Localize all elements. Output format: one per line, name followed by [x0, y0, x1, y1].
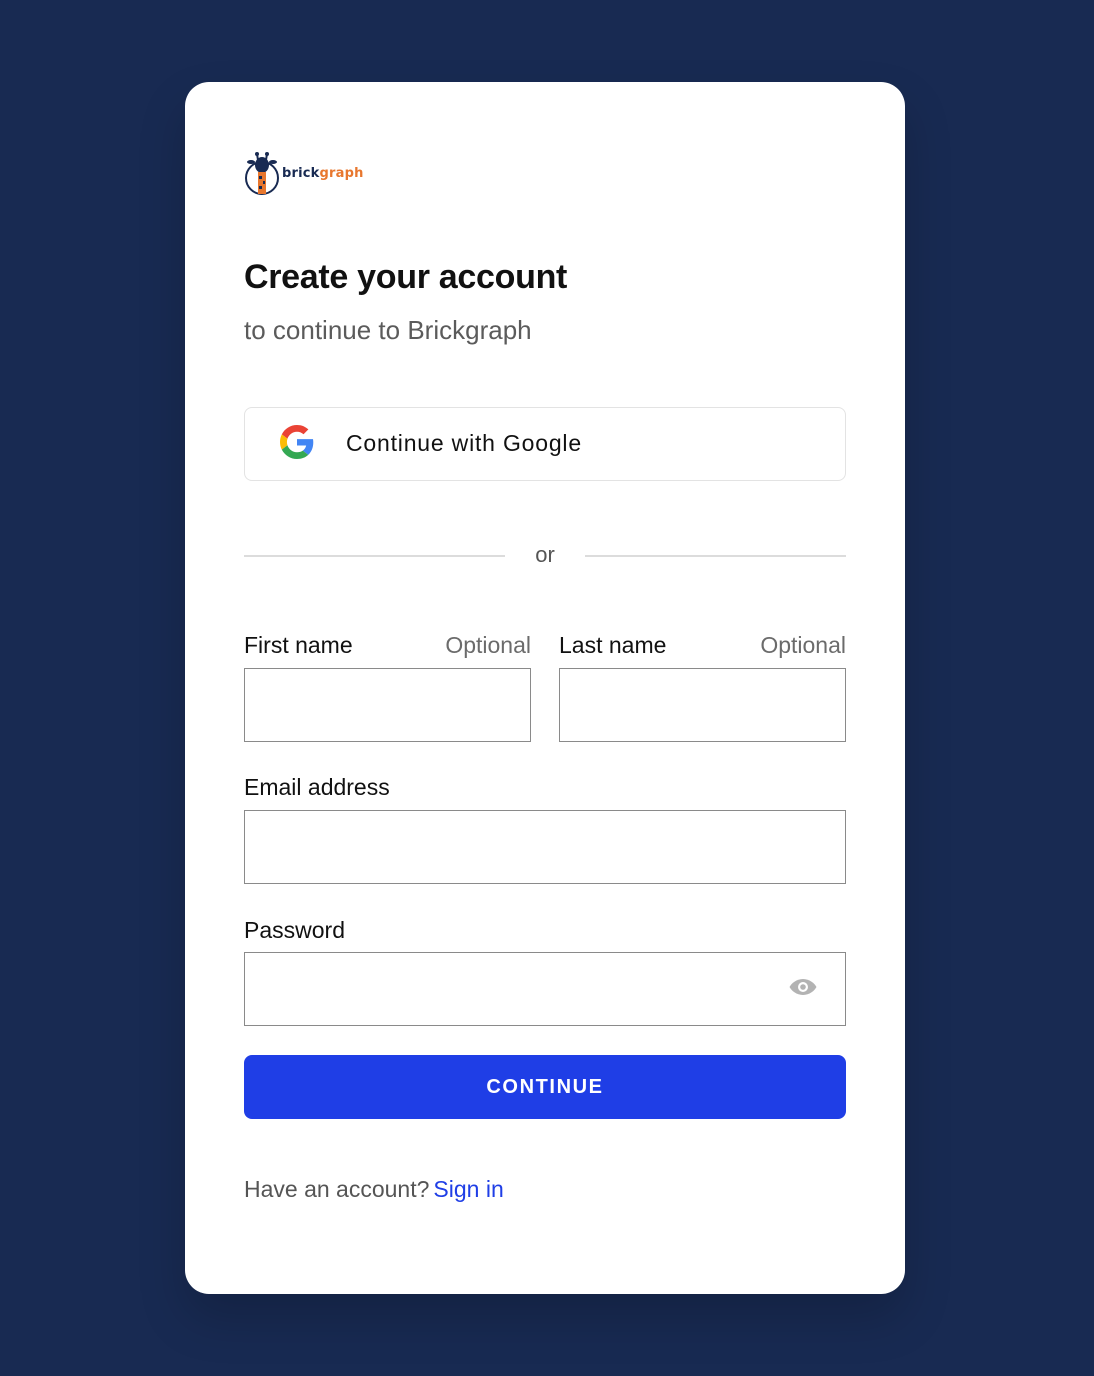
email-input[interactable]: [244, 810, 846, 884]
page-title: Create your account: [244, 258, 568, 296]
continue-button[interactable]: CONTINUE: [244, 1055, 846, 1119]
last-name-optional-hint: Optional: [760, 632, 846, 658]
first-name-optional-hint: Optional: [445, 632, 531, 658]
divider-text: or: [535, 542, 555, 567]
have-account-text: Have an account?: [244, 1176, 430, 1202]
google-button-label: Continue with Google: [346, 430, 582, 456]
first-name-input[interactable]: [244, 668, 531, 742]
continue-with-google-button[interactable]: Continue with Google: [244, 407, 846, 481]
google-icon: [280, 425, 314, 459]
logo-wordmark-accent: graph: [319, 165, 364, 181]
signup-card: brickgraph Create your account to contin…: [185, 82, 905, 1294]
page-subtitle: to continue to Brickgraph: [244, 315, 532, 345]
last-name-label: Last name: [559, 632, 667, 658]
or-divider: or: [244, 540, 846, 572]
password-input[interactable]: [244, 952, 846, 1026]
password-label: Password: [244, 917, 345, 943]
logo-wordmark-dark: brick: [282, 165, 320, 181]
email-label: Email address: [244, 774, 390, 800]
sign-in-prompt: Have an account? Sign in: [244, 1176, 504, 1203]
last-name-input[interactable]: [559, 668, 846, 742]
first-name-label: First name: [244, 632, 353, 658]
brickgraph-logo: brickgraph: [244, 150, 364, 196]
logo-wordmark: brickgraph: [282, 166, 364, 181]
eye-icon[interactable]: [788, 975, 818, 999]
giraffe-logo-icon: [245, 152, 279, 195]
sign-in-link[interactable]: Sign in: [433, 1176, 503, 1202]
